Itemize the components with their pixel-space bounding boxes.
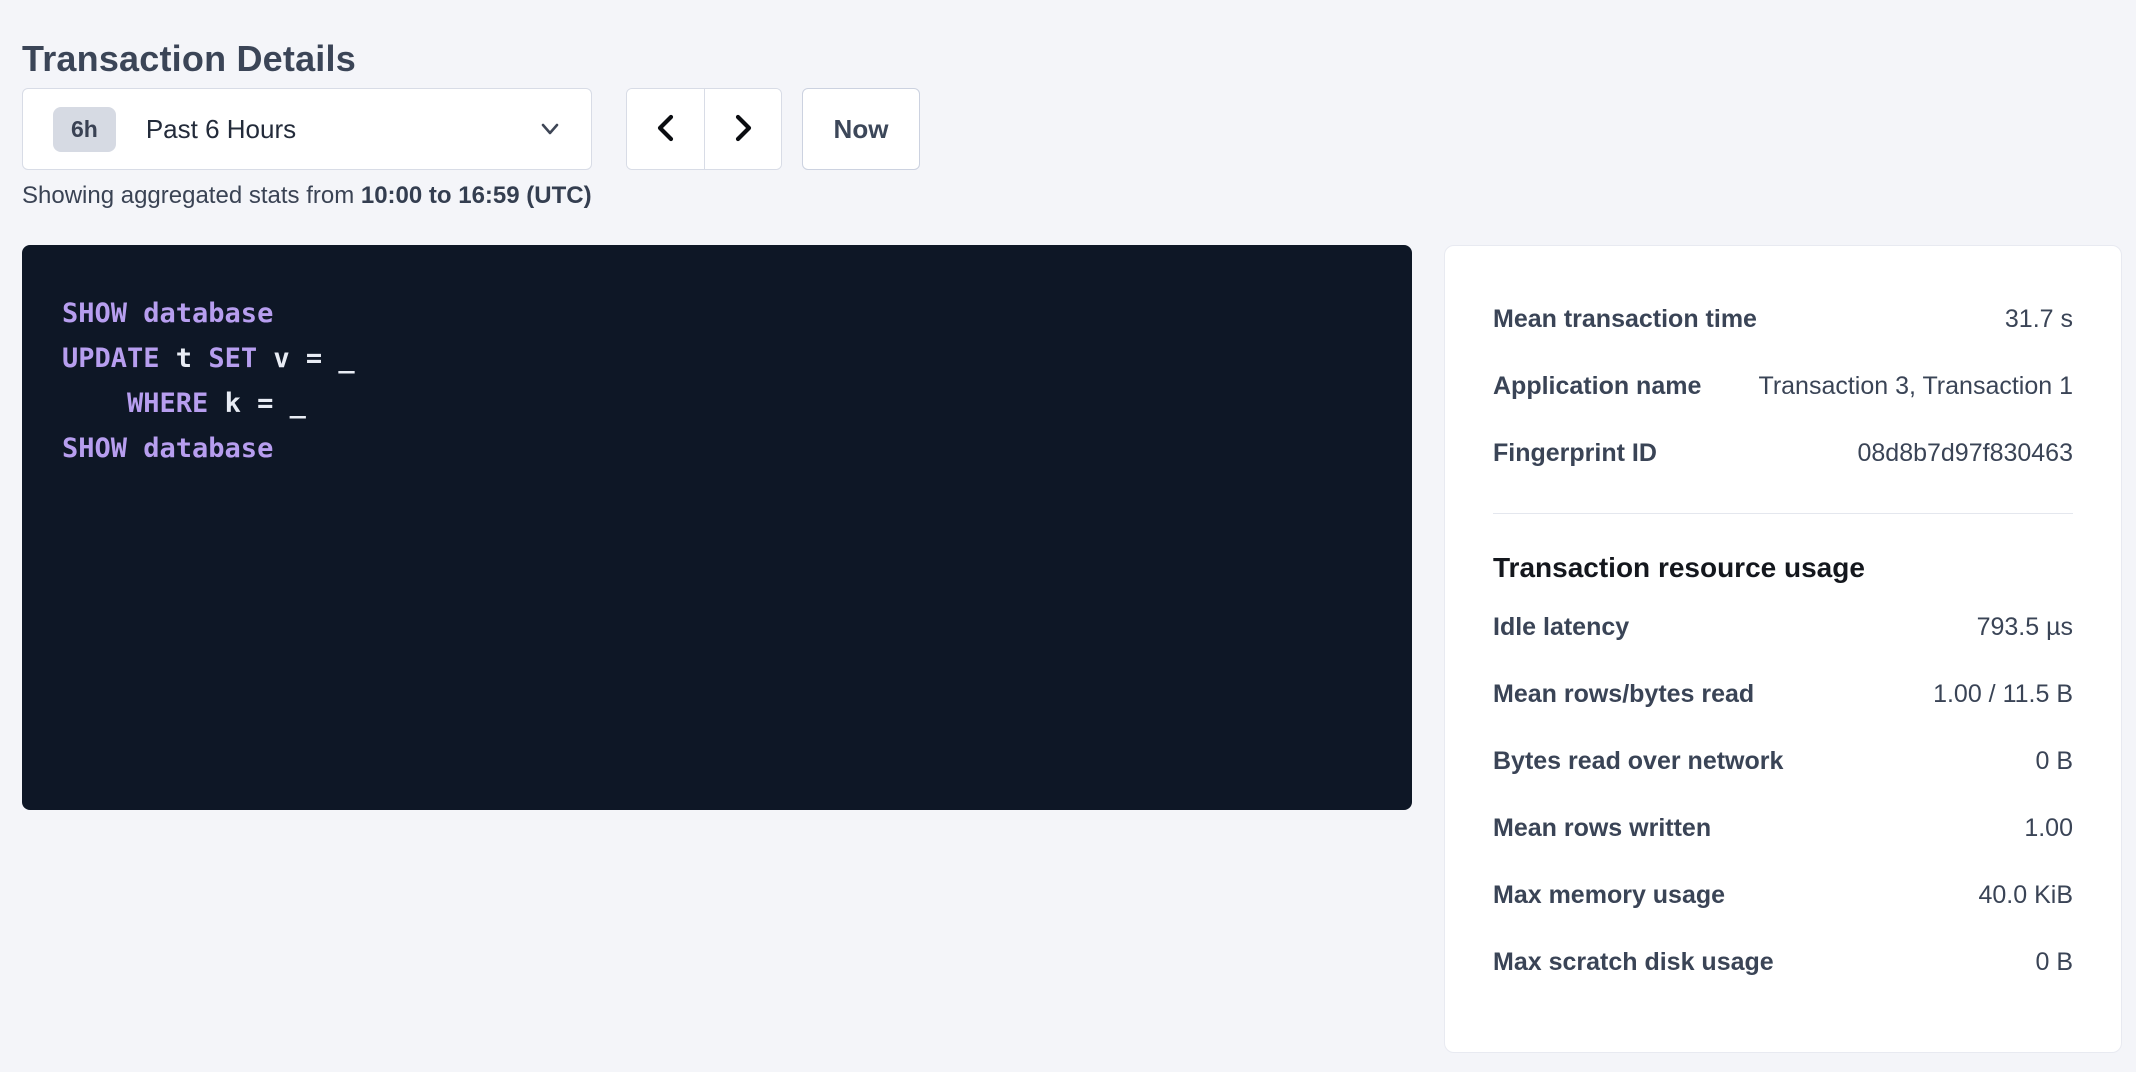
aggregation-note: Showing aggregated stats from 10:00 to 1… <box>22 182 592 210</box>
detail-row-label: Max scratch disk usage <box>1493 948 1774 977</box>
sql-keyword: WHERE <box>127 388 208 419</box>
detail-row-label: Mean transaction time <box>1493 305 1757 334</box>
detail-row: Mean transaction time 31.7 s <box>1493 286 2073 353</box>
chevron-down-icon <box>537 116 563 142</box>
detail-row-label: Mean rows/bytes read <box>1493 680 1754 709</box>
detail-row-value: Transaction 3, Transaction 1 <box>1758 372 2073 401</box>
sql-text: k = _ <box>208 388 306 419</box>
detail-row: Mean rows written 1.00 <box>1493 795 2073 862</box>
chevron-right-icon <box>728 111 758 148</box>
card-divider <box>1493 513 2073 514</box>
detail-row: Max scratch disk usage 0 B <box>1493 929 2073 996</box>
page-title: Transaction Details <box>22 38 356 80</box>
detail-row-value: 0 B <box>2035 948 2073 977</box>
detail-row: Fingerprint ID 08d8b7d97f830463 <box>1493 420 2073 487</box>
sql-keyword: SHOW database <box>62 433 273 464</box>
aggregation-note-prefix: Showing aggregated stats from <box>22 182 361 209</box>
next-time-button[interactable] <box>704 89 781 169</box>
sql-text: v = _ <box>257 343 355 374</box>
detail-row: Bytes read over network 0 B <box>1493 728 2073 795</box>
sql-keyword: SET <box>208 343 257 374</box>
transaction-details-card: Mean transaction time 31.7 s Application n… <box>1444 245 2122 1053</box>
detail-row-value: 1.00 <box>2024 814 2073 843</box>
detail-row-label: Max memory usage <box>1493 881 1725 910</box>
detail-row-label: Application name <box>1493 372 1701 401</box>
detail-row-value: 1.00 / 11.5 B <box>1933 680 2073 709</box>
interval-badge: 6h <box>53 107 116 152</box>
usage-rows: Idle latency 793.5 µs Mean rows/bytes read… <box>1493 594 2073 996</box>
detail-row: Application name Transaction 3, Transacti… <box>1493 353 2073 420</box>
sql-statement-text: SHOW database UPDATE t SET v = _ WHERE k… <box>62 291 1372 471</box>
detail-row: Max memory usage 40.0 KiB <box>1493 862 2073 929</box>
sql-keyword: UPDATE <box>62 343 160 374</box>
sql-text: t <box>160 343 209 374</box>
time-nav-group <box>626 88 782 170</box>
sql-statement-box: SHOW database UPDATE t SET v = _ WHERE k… <box>22 245 1412 810</box>
chevron-left-icon <box>651 111 681 148</box>
detail-row: Mean rows/bytes read 1.00 / 11.5 B <box>1493 661 2073 728</box>
time-range-dropdown[interactable]: 6h Past 6 Hours <box>22 88 592 170</box>
time-controls: 6h Past 6 Hours Now <box>22 88 920 170</box>
prev-time-button[interactable] <box>627 89 704 169</box>
detail-row-value: 08d8b7d97f830463 <box>1857 439 2073 468</box>
detail-row-value: 40.0 KiB <box>1978 881 2073 910</box>
detail-row-label: Bytes read over network <box>1493 747 1783 776</box>
sql-keyword: SHOW database <box>62 298 273 329</box>
detail-row-label: Fingerprint ID <box>1493 439 1657 468</box>
detail-row-label: Mean rows written <box>1493 814 1711 843</box>
detail-row-value: 793.5 µs <box>1977 613 2073 642</box>
detail-row: Idle latency 793.5 µs <box>1493 594 2073 661</box>
detail-row-label: Idle latency <box>1493 613 1629 642</box>
detail-row-value: 31.7 s <box>2005 305 2073 334</box>
aggregation-note-range: 10:00 to 16:59 (UTC) <box>361 182 592 209</box>
detail-row-value: 0 B <box>2035 747 2073 776</box>
summary-rows: Mean transaction time 31.7 s Application n… <box>1493 286 2073 487</box>
time-range-label: Past 6 Hours <box>146 114 296 145</box>
now-button[interactable]: Now <box>802 88 920 170</box>
sql-text <box>62 388 127 419</box>
resource-usage-heading: Transaction resource usage <box>1493 552 2073 584</box>
